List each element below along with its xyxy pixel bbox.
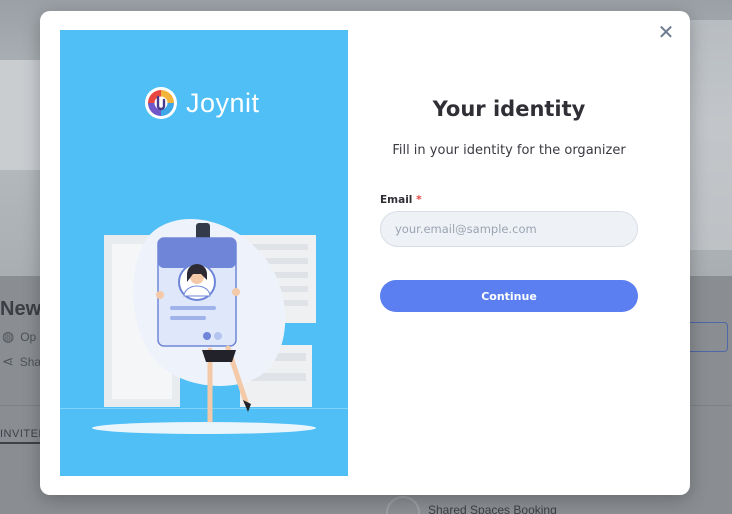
globe-icon: ◍ [2, 328, 15, 344]
required-marker: * [416, 194, 422, 206]
illustration-panel: Joynit [60, 30, 348, 476]
background-visibility-row: ◍ Op [2, 328, 37, 344]
background-event-title: New [0, 298, 42, 320]
page-subtitle: Fill in your identity for the organizer [392, 143, 626, 158]
email-label: Email * [380, 194, 422, 206]
identity-modal: ✕ Joynit Your identity Fill in your iden… [40, 11, 690, 495]
page-title: Your identity [432, 97, 586, 121]
identity-form-panel: Your identity Fill in your identity for … [348, 11, 690, 495]
email-field[interactable] [380, 211, 638, 247]
id-badge-illustration [60, 219, 348, 434]
share-icon: ⋖ [2, 353, 14, 369]
background-booking-title: Shared Spaces Booking [428, 503, 557, 514]
background-share-row: ⋖ Sha [2, 353, 42, 369]
continue-button[interactable]: Continue [380, 280, 638, 312]
